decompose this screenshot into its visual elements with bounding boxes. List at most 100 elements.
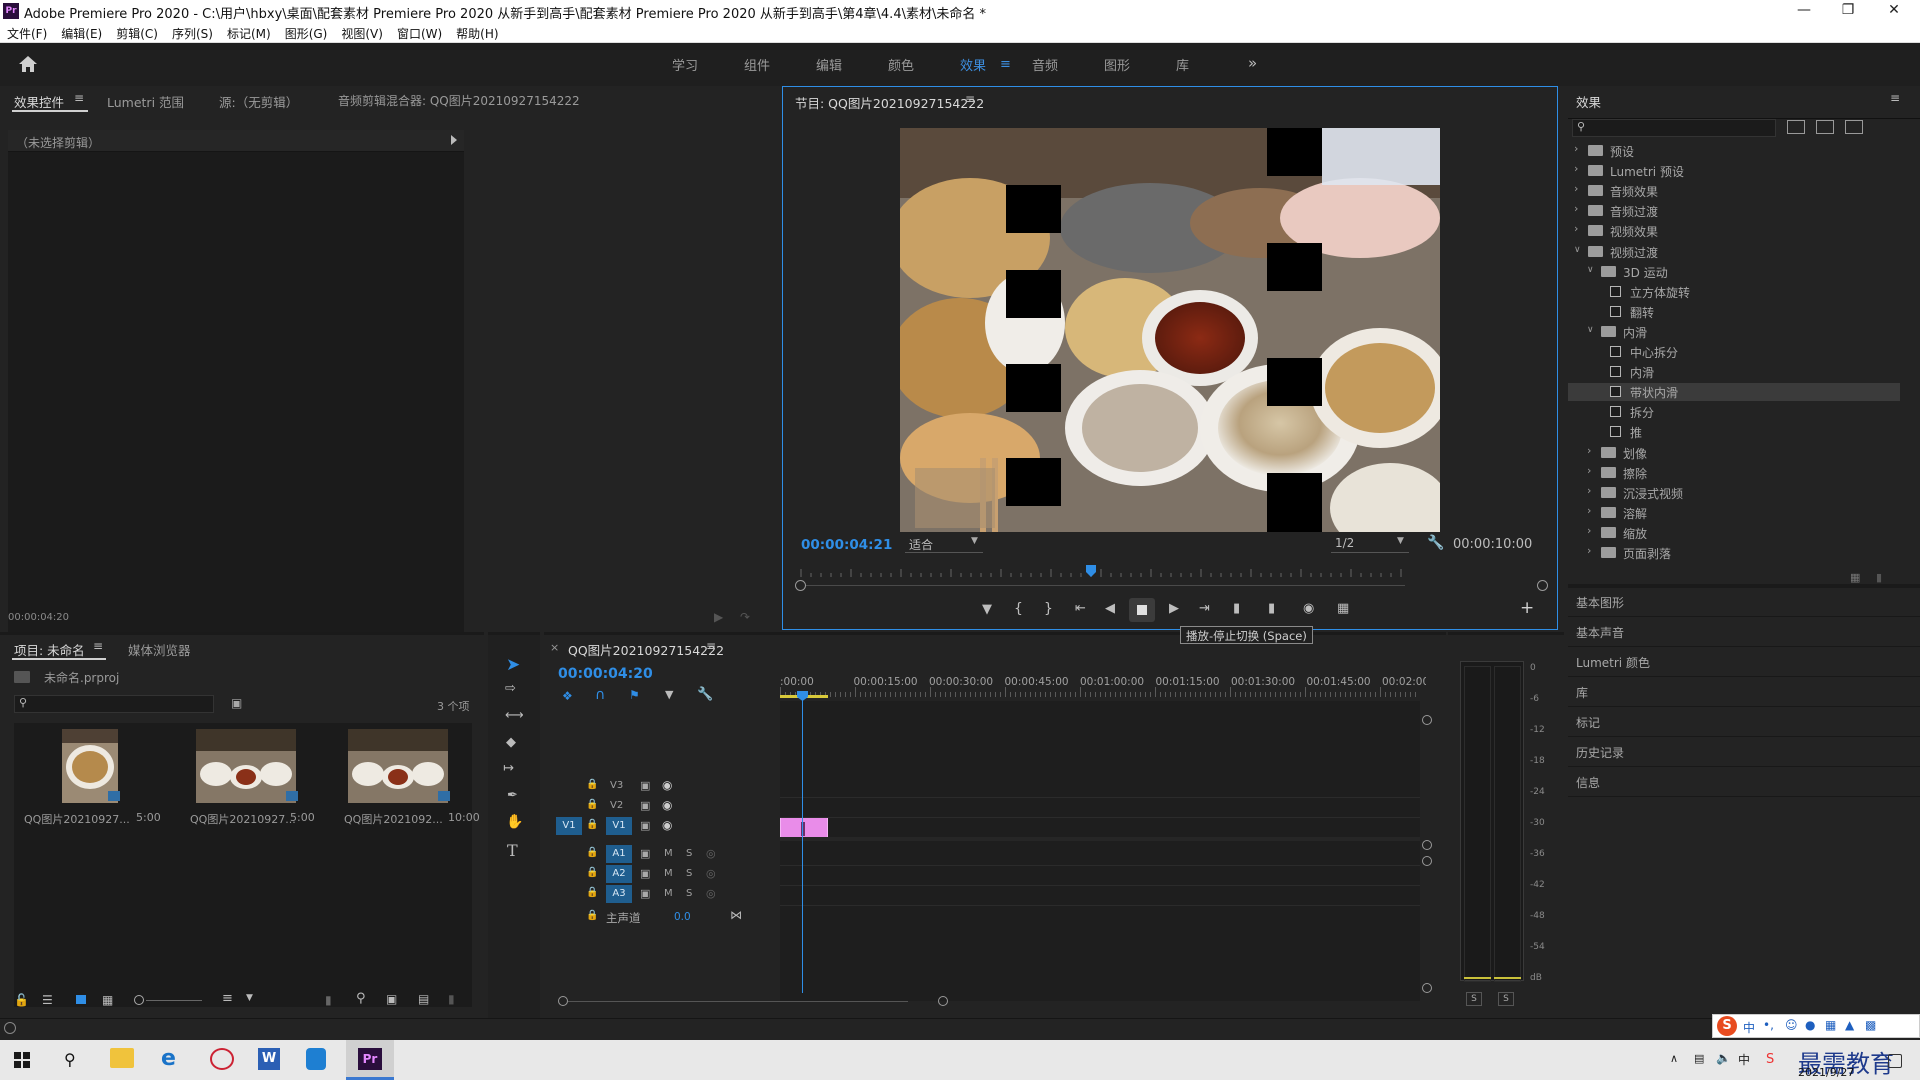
sync-lock-icon[interactable]: ▣ — [640, 887, 650, 900]
program-time-ruler[interactable] — [795, 567, 1405, 581]
chevron-right-icon[interactable]: › — [1574, 162, 1578, 175]
tab-audio-clip-mixer[interactable]: 音频剪辑混合器: QQ图片20210927154222 — [338, 92, 580, 109]
vertical-zoom-handle[interactable] — [1422, 983, 1432, 993]
menu-file[interactable]: 文件(F) — [0, 22, 54, 42]
chevron-right-icon[interactable]: › — [1587, 524, 1591, 537]
export-frame-camera-icon[interactable]: ◉ — [1303, 601, 1314, 616]
sync-lock-icon[interactable]: ▣ — [640, 867, 650, 880]
workspace-effects[interactable]: 效果 — [960, 55, 986, 74]
track-lock-icon[interactable]: 🔒 — [586, 887, 598, 898]
mute-button[interactable]: M — [664, 888, 673, 899]
project-item[interactable]: QQ图片2021092... 10:00 — [318, 723, 480, 839]
collapsed-panel-header[interactable]: 信息 — [1568, 768, 1920, 797]
premiere-taskbar-button[interactable]: Pr — [346, 1040, 394, 1080]
workspace-menu-icon[interactable]: ≡ — [1000, 57, 1011, 72]
track-target-a3[interactable]: A3 — [606, 885, 632, 903]
zoom-slider-handle[interactable] — [134, 995, 144, 1005]
effects-folder-item[interactable]: › 溶解 — [1568, 504, 1900, 522]
search-icon[interactable]: ⚲ — [64, 1050, 76, 1069]
collapsed-panel-header[interactable]: Lumetri 颜色 — [1568, 648, 1920, 677]
timeline-playhead-line[interactable] — [802, 691, 803, 993]
chevron-right-icon[interactable]: › — [1574, 182, 1578, 195]
navigator-end-handle[interactable] — [1537, 580, 1548, 591]
close-sequence-icon[interactable]: × — [550, 641, 559, 654]
mark-in-icon[interactable]: { — [1014, 601, 1023, 617]
expand-triangle-icon[interactable] — [451, 135, 457, 145]
tab-lumetri-scopes[interactable]: Lumetri 范围 — [107, 92, 184, 111]
collapsed-panel-header[interactable]: 基本声音 — [1568, 618, 1920, 647]
eye-icon[interactable]: ◉ — [662, 798, 672, 812]
new-item-icon[interactable]: ▤ — [418, 992, 429, 1006]
menu-graphics[interactable]: 图形(G) — [278, 22, 335, 42]
eye-icon[interactable]: ◉ — [662, 818, 672, 832]
workspace-overflow-icon[interactable]: » — [1248, 54, 1257, 72]
extract-icon[interactable]: ▮ — [1268, 601, 1275, 616]
chevron-right-icon[interactable]: › — [1574, 142, 1578, 155]
comparison-view-icon[interactable]: ▦ — [1337, 601, 1349, 616]
file-explorer-icon[interactable] — [110, 1048, 134, 1068]
home-icon[interactable] — [18, 55, 38, 73]
fit-zoom-dropdown[interactable]: 适合 ▼ — [905, 535, 983, 553]
ime-indicator[interactable]: 中 — [1738, 1051, 1750, 1068]
icon-view-icon[interactable] — [76, 995, 86, 1004]
workspace-learn[interactable]: 学习 — [672, 55, 698, 74]
project-lock-icon[interactable]: 🔓 — [14, 993, 29, 1007]
menu-window[interactable]: 窗口(W) — [390, 22, 449, 42]
timeline-menu-icon[interactable]: ≡ — [706, 639, 716, 653]
track-target-a1[interactable]: A1 — [606, 845, 632, 863]
edge-browser-icon[interactable]: e — [161, 1046, 176, 1071]
export-icon[interactable]: ↷ — [740, 610, 750, 624]
ime-skin-icon[interactable]: ▲ — [1845, 1018, 1854, 1032]
effects-folder-item[interactable]: › 预设 — [1568, 142, 1900, 160]
effects-search-input[interactable]: ⚲ — [1572, 119, 1776, 137]
project-item[interactable]: QQ图片20210927... 5:00 — [14, 723, 164, 839]
workspace-libraries[interactable]: 库 — [1176, 55, 1189, 74]
effect-item[interactable]: 翻转 — [1568, 303, 1900, 321]
track-label-v2[interactable]: V2 — [610, 800, 623, 811]
type-tool-icon[interactable]: T — [507, 841, 518, 860]
new-bin-icon[interactable]: ▦ — [1850, 571, 1860, 584]
horizontal-scroll-track[interactable] — [568, 1001, 908, 1002]
delete-icon[interactable]: ▮ — [1876, 571, 1882, 584]
32bit-effects-icon[interactable] — [1816, 120, 1834, 134]
chevron-down-icon[interactable]: ∨ — [1587, 325, 1594, 335]
effects-folder-item[interactable]: › 视频效果 — [1568, 222, 1900, 240]
tab-project[interactable]: 项目: 未命名 — [14, 640, 85, 659]
horizontal-zoom-start-handle[interactable] — [558, 996, 568, 1006]
chevron-down-icon[interactable]: ∨ — [1587, 265, 1594, 275]
notification-center-icon[interactable] — [1888, 1054, 1902, 1068]
tab-media-browser[interactable]: 媒体浏览器 — [128, 640, 191, 659]
volume-icon[interactable]: 🔈 — [1716, 1051, 1731, 1065]
razor-tool-icon[interactable]: ◆ — [506, 735, 516, 750]
effects-folder-item[interactable]: › 擦除 — [1568, 464, 1900, 482]
timeline-settings-wrench-icon[interactable]: 🔧 — [697, 687, 713, 702]
microphone-icon[interactable]: ◎ — [706, 847, 716, 860]
track-lock-icon[interactable]: 🔒 — [586, 819, 598, 830]
slip-tool-icon[interactable]: ↦ — [503, 761, 514, 776]
phone-app-icon[interactable] — [306, 1048, 326, 1070]
program-playhead[interactable] — [1085, 565, 1096, 577]
effects-folder-item[interactable]: › 音频过渡 — [1568, 202, 1900, 220]
windows-start-icon[interactable] — [14, 1052, 30, 1068]
project-search-input[interactable]: ⚲ — [14, 695, 214, 713]
workspace-assembly[interactable]: 组件 — [744, 55, 770, 74]
solo-left-button[interactable]: S — [1466, 992, 1482, 1006]
solo-button[interactable]: S — [686, 888, 692, 899]
chevron-right-icon[interactable]: › — [1587, 504, 1591, 517]
vertical-zoom-handle[interactable] — [1422, 840, 1432, 850]
sogou-ime-icon[interactable]: S — [1766, 1052, 1774, 1067]
program-current-timecode[interactable]: 00:00:04:21 — [801, 537, 892, 553]
track-lock-icon[interactable]: 🔒 — [586, 799, 598, 810]
track-lock-icon[interactable]: 🔒 — [586, 910, 598, 921]
timeline-ruler[interactable]: :00:00 00:00:15:00 00:00:30:00 00:00:45:00 0… — [780, 675, 1426, 699]
menu-sequence[interactable]: 序列(S) — [165, 22, 220, 42]
effect-item[interactable]: 带状内滑 — [1568, 383, 1900, 402]
linked-selection-icon[interactable]: ⚑ — [629, 688, 640, 702]
chevron-right-icon[interactable]: › — [1574, 222, 1578, 235]
menu-view[interactable]: 视图(V) — [334, 22, 390, 42]
sync-lock-icon[interactable]: ▣ — [640, 779, 650, 792]
ime-emoji-icon[interactable]: ☺ — [1785, 1018, 1798, 1032]
horizontal-zoom-end-handle[interactable] — [938, 996, 948, 1006]
clock-date[interactable]: 2021/9/27 — [1798, 1066, 1854, 1079]
tab-effect-controls[interactable]: 效果控件 — [14, 92, 64, 111]
